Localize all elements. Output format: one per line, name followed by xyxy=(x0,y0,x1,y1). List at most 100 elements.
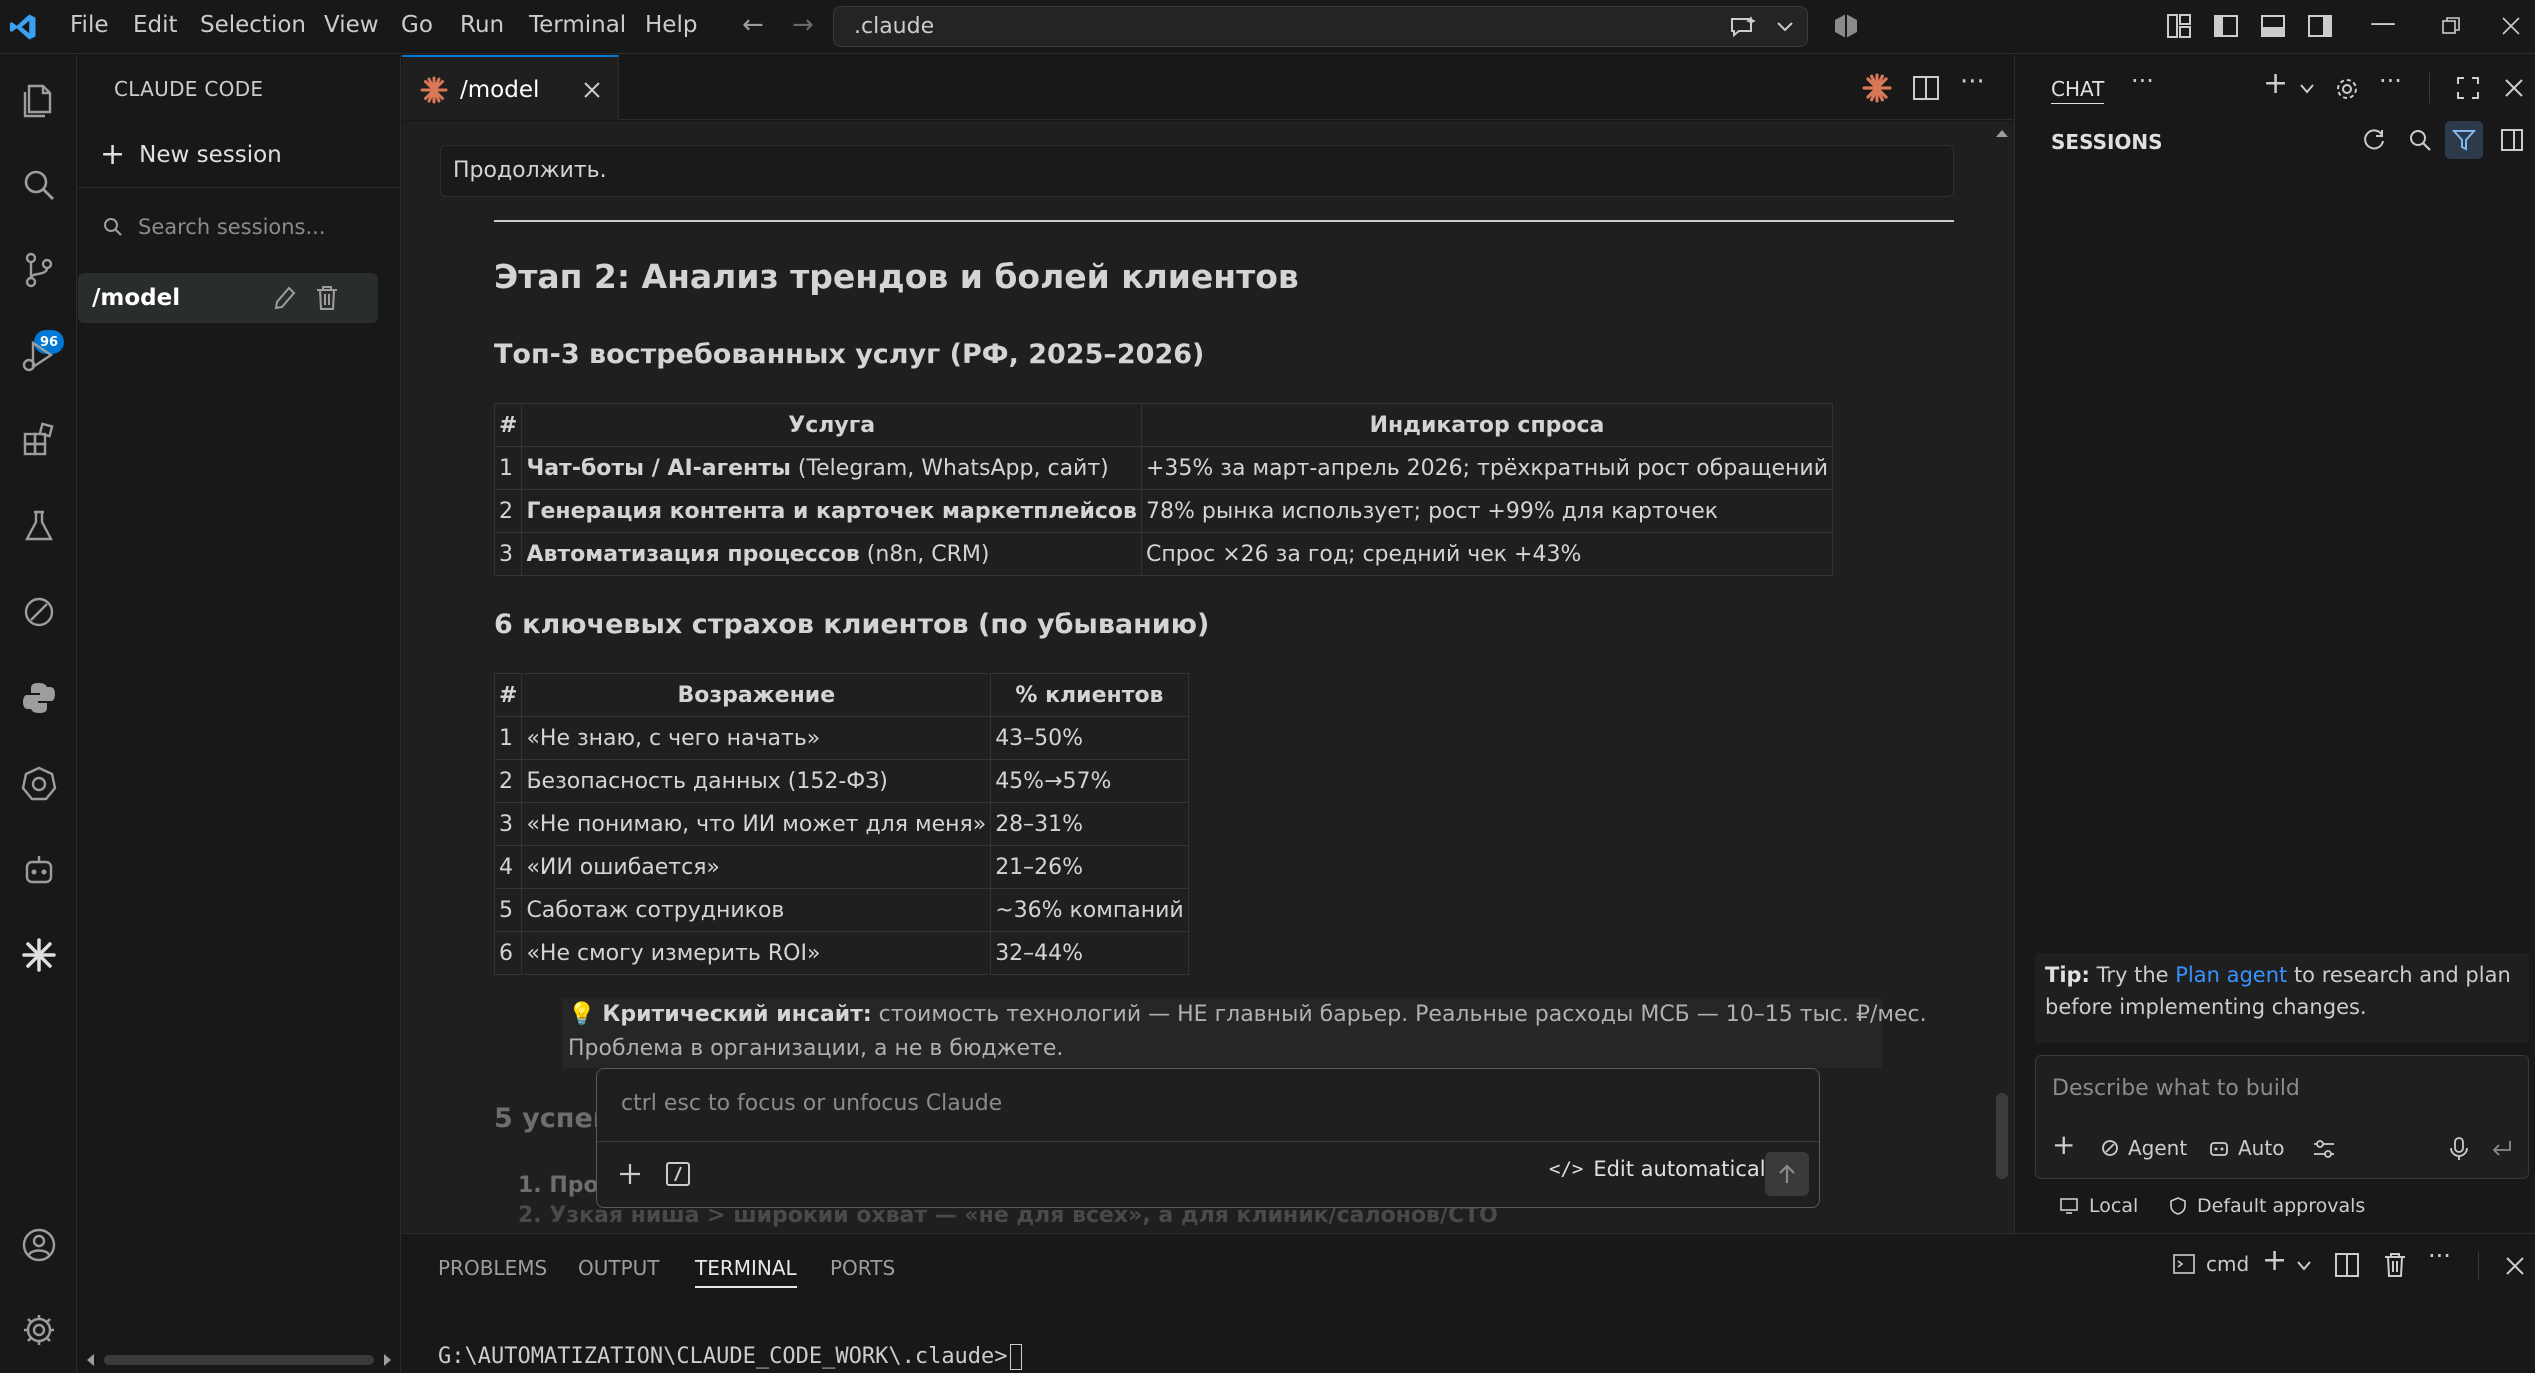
command-center-search[interactable]: .claude xyxy=(833,6,1808,47)
filter-button[interactable] xyxy=(2445,121,2483,159)
chat-sparkle-icon[interactable] xyxy=(1729,15,1757,39)
menu-edit[interactable]: Edit xyxy=(133,12,178,38)
table-cell-number: 2 xyxy=(493,489,523,533)
menu-go[interactable]: Go xyxy=(401,12,433,38)
microphone-icon[interactable] xyxy=(2448,1136,2470,1162)
approvals-picker[interactable]: Default approvals xyxy=(2169,1195,2365,1217)
more-actions-icon[interactable]: ··· xyxy=(2428,1244,2451,1268)
toggle-primary-sidebar-icon[interactable] xyxy=(2212,12,2240,40)
kill-terminal-trash-icon[interactable] xyxy=(2382,1251,2408,1279)
search-sessions-input[interactable]: Search sessions... xyxy=(94,207,384,247)
split-editor-icon[interactable] xyxy=(1912,75,1940,101)
remote-explorer-icon[interactable] xyxy=(0,582,77,642)
insight-line-2: Проблема в организации, а не в бюджете. xyxy=(568,1036,1064,1061)
menu-run[interactable]: Run xyxy=(460,12,504,38)
plan-agent-link[interactable]: Plan agent xyxy=(2175,963,2287,987)
claude-sessions-sidebar: CLAUDE CODE + New session Search session… xyxy=(78,55,401,1373)
tab-output[interactable]: OUTPUT xyxy=(578,1256,660,1280)
search-icon[interactable] xyxy=(2407,127,2433,153)
service-name: Генерация контента и карточек маркетплей… xyxy=(526,498,1137,524)
new-terminal-plus-icon[interactable]: + xyxy=(2262,1246,2287,1276)
minimize-icon[interactable]: — xyxy=(2370,10,2396,36)
terminal-shell-picker[interactable]: cmd xyxy=(2172,1252,2249,1276)
restore-icon[interactable] xyxy=(2440,15,2462,37)
split-terminal-icon[interactable] xyxy=(2334,1252,2360,1278)
claude-prompt-input[interactable]: ctrl esc to focus or unfocus Claude </> … xyxy=(596,1068,1820,1208)
tools-sliders-icon[interactable] xyxy=(2312,1138,2336,1160)
kubernetes-icon[interactable] xyxy=(0,754,77,814)
close-panel-icon[interactable] xyxy=(2503,77,2525,99)
horizontal-scrollbar[interactable] xyxy=(104,1355,374,1365)
claude-code-icon[interactable] xyxy=(0,925,77,985)
send-button[interactable] xyxy=(1765,1152,1809,1196)
forward-arrow-icon[interactable]: → xyxy=(792,12,814,38)
toggle-sidebar-icon[interactable] xyxy=(2499,127,2525,153)
chat-more-icon[interactable]: ··· xyxy=(2131,69,2154,93)
model-picker[interactable]: Auto xyxy=(2208,1136,2284,1160)
vertical-scrollbar[interactable] xyxy=(1996,1093,2008,1179)
more-actions-icon[interactable]: ··· xyxy=(1960,69,1985,95)
more-actions-icon[interactable]: ··· xyxy=(2379,69,2402,93)
chat-panel-title[interactable]: CHAT xyxy=(2051,77,2105,104)
scroll-left-icon[interactable] xyxy=(84,1352,98,1368)
send-enter-icon[interactable] xyxy=(2490,1138,2514,1160)
add-attachment-icon[interactable] xyxy=(617,1161,643,1187)
delete-trash-icon[interactable] xyxy=(314,284,340,312)
previous-user-message: Продолжить. xyxy=(440,145,1954,197)
menu-selection[interactable]: Selection xyxy=(200,12,306,38)
table-cell-service: Чат-боты / AI-агенты (Telegram, WhatsApp… xyxy=(521,446,1142,490)
toggle-secondary-sidebar-icon[interactable] xyxy=(2306,12,2334,40)
local-target-picker[interactable]: Local xyxy=(2059,1195,2138,1217)
run-debug-icon[interactable] xyxy=(0,325,77,385)
close-panel-icon[interactable] xyxy=(2504,1255,2526,1277)
chevron-down-icon[interactable] xyxy=(1776,20,1794,34)
copilot-cube-icon[interactable] xyxy=(1832,12,1860,40)
table-cell-number: 3 xyxy=(493,532,523,576)
agent-mode-picker[interactable]: Agent xyxy=(2100,1136,2187,1160)
chat-input-box[interactable]: Describe what to build + Agent Auto xyxy=(2035,1055,2529,1179)
scroll-right-icon[interactable] xyxy=(380,1352,394,1368)
chevron-down-icon[interactable] xyxy=(2296,1260,2312,1272)
python-icon[interactable] xyxy=(0,668,77,728)
menu-view[interactable]: View xyxy=(324,12,379,38)
menu-file[interactable]: File xyxy=(70,12,109,38)
customize-layout-icon[interactable] xyxy=(2165,12,2193,40)
refresh-icon[interactable] xyxy=(2361,127,2387,153)
session-item[interactable]: /model xyxy=(78,273,378,323)
rename-pencil-icon[interactable] xyxy=(273,285,297,311)
close-tab-icon[interactable] xyxy=(582,80,602,100)
menu-terminal[interactable]: Terminal xyxy=(529,12,626,38)
source-control-icon[interactable] xyxy=(0,240,77,300)
terminal-output[interactable]: G:\AUTOMATIZATION\CLAUDE_CODE_WORK\.clau… xyxy=(438,1344,1022,1370)
close-window-icon[interactable] xyxy=(2500,15,2522,37)
testing-flask-icon[interactable] xyxy=(0,496,77,556)
tab-model[interactable]: /model xyxy=(402,55,619,120)
claude-spark-icon[interactable] xyxy=(1862,73,1892,103)
new-chat-plus-icon[interactable]: + xyxy=(2263,69,2288,99)
gear-icon[interactable] xyxy=(2333,75,2361,103)
toggle-panel-icon[interactable] xyxy=(2259,12,2287,40)
settings-gear-icon[interactable] xyxy=(0,1300,77,1360)
terminal-cursor xyxy=(1009,1344,1022,1370)
tab-ports[interactable]: PORTS xyxy=(830,1256,895,1280)
activity-bar: 96 xyxy=(0,55,77,1373)
extensions-icon[interactable] xyxy=(0,410,77,470)
new-session-button[interactable]: + New session xyxy=(100,135,282,175)
slash-command-icon[interactable] xyxy=(665,1161,691,1187)
tab-terminal[interactable]: TERMINAL xyxy=(695,1256,797,1288)
explorer-icon[interactable] xyxy=(0,70,77,130)
scroll-up-icon[interactable] xyxy=(1994,127,2010,139)
edit-mode-toggle[interactable]: </> Edit automatically xyxy=(1549,1157,1784,1181)
table-row: 6 «Не смогу измерить ROI» 32–44% xyxy=(493,931,1189,975)
tab-problems[interactable]: PROBLEMS xyxy=(438,1256,547,1280)
back-arrow-icon[interactable]: ← xyxy=(742,12,764,38)
chevron-down-icon[interactable] xyxy=(2299,83,2315,95)
table-cell-number: 1 xyxy=(493,446,523,490)
services-heading: Топ-3 востребованных услуг (РФ, 2025–202… xyxy=(494,339,1205,370)
copilot-robot-icon[interactable] xyxy=(0,840,77,900)
account-icon[interactable] xyxy=(0,1215,77,1275)
maximize-icon[interactable] xyxy=(2455,75,2481,101)
menu-help[interactable]: Help xyxy=(645,12,697,38)
add-context-icon[interactable]: + xyxy=(2052,1128,2075,1161)
search-icon[interactable] xyxy=(0,155,77,215)
